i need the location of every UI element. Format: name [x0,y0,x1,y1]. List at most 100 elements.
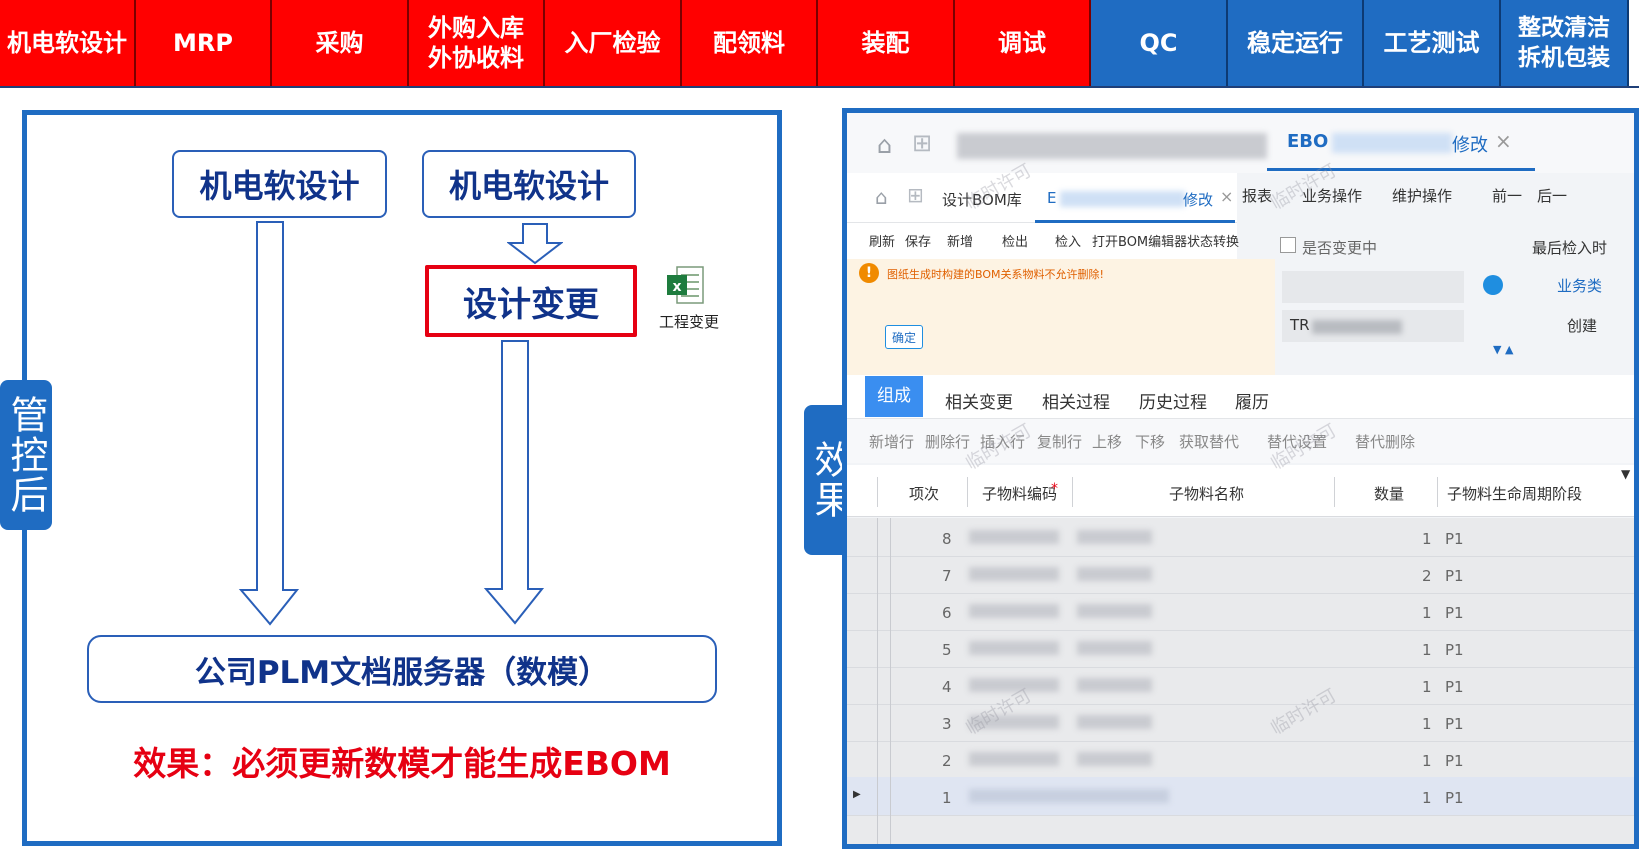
tool-get-substitute[interactable]: 获取替代 [1179,431,1239,452]
step-mech-design: 机电软设计 [0,0,136,86]
blurred-name [1077,604,1152,618]
checkbox-changing-label: 是否变更中 [1302,239,1378,257]
row-phase: P1 [1445,752,1464,770]
row-no: 4 [942,678,952,696]
tool-move-up[interactable]: 上移 [1092,431,1122,452]
row-qty: 2 [1422,567,1432,585]
down-arrow-small [507,223,563,265]
filter-icon[interactable]: ▼ [1621,467,1630,481]
row-qty: 1 [1422,530,1432,548]
col-child-name[interactable]: 子物料名称 [1169,483,1244,504]
row-no: 6 [942,604,952,622]
tab-composition[interactable]: 组成 [865,376,923,417]
row-qty: 1 [1422,641,1432,659]
inner-grid-icon[interactable]: ⊞ [907,183,924,207]
tool-delete-row[interactable]: 删除行 [925,431,970,452]
row-pointer-icon: ▶ [853,789,861,800]
row-phase: P1 [1445,715,1464,733]
tool-add-row[interactable]: 新增行 [869,431,914,452]
close-icon[interactable]: × [1495,129,1512,153]
tab-resume[interactable]: 履历 [1235,388,1269,413]
table-row[interactable]: 8 1 P1 [847,518,1634,557]
step-purchase: 采购 [272,0,409,86]
col-lifecycle[interactable]: 子物料生命周期阶段 [1447,483,1582,504]
table-row[interactable]: 7 2 P1 [847,555,1634,594]
tab-history-process[interactable]: 历史过程 [1139,388,1207,413]
last-checkin-label: 最后检入时 [1532,239,1608,257]
step-process-test: 工艺测试 [1364,0,1501,86]
tool-checkin[interactable]: 检入 [1055,231,1081,250]
alert-ok-button[interactable]: 确定 [885,325,923,349]
collapse-arrows-icon[interactable]: ▼ ▲ [1493,343,1513,356]
inner-close-icon[interactable]: × [1220,187,1233,206]
table-row-selected[interactable]: ▶ 1 1 P1 [847,777,1634,816]
step-mrp: MRP [136,0,272,86]
row-qty: 1 [1422,678,1432,696]
row-qty: 1 [1422,789,1432,807]
table-row[interactable]: 6 1 P1 [847,592,1634,631]
home-icon[interactable]: ⌂ [877,131,892,159]
tool-new[interactable]: 新增 [947,231,973,250]
tool-save[interactable]: 保存 [905,231,931,250]
checkbox-changing[interactable] [1280,237,1296,253]
info-icon[interactable] [1483,275,1503,295]
tool-checkout[interactable]: 检出 [1002,231,1028,250]
col-quantity[interactable]: 数量 [1374,483,1404,504]
col-divider [1437,477,1438,507]
tab-related-change[interactable]: 相关变更 [945,388,1013,413]
required-mark: * [1051,481,1058,497]
blurred-code [969,567,1059,581]
alert-popup: ! 图纸生成时构建的BOM关系物料不允许删除! 确定 [847,259,1275,375]
blurred-name [1077,678,1152,692]
tool-status-change[interactable]: 状态转换 [1187,231,1239,250]
tool-refresh[interactable]: 刷新 [869,231,895,250]
step-incoming-inspection: 入厂检验 [545,0,682,86]
step-qc: QC [1091,0,1228,86]
row-no: 2 [942,752,952,770]
field-tr-prefix: TR [1290,316,1310,334]
field-blank[interactable] [1282,271,1464,303]
inner-home-icon[interactable]: ⌂ [875,185,888,209]
col-divider [1334,477,1335,507]
table-row[interactable]: 5 1 P1 [847,629,1634,668]
excel-label: 工程变更 [658,313,719,331]
grid-icon[interactable]: ⊞ [912,129,932,157]
row-no: 5 [942,641,952,659]
outer-active-tab[interactable]: EBO 修改 × [1267,113,1535,171]
row-phase: P1 [1445,604,1464,622]
row-phase: P1 [1445,567,1464,585]
box-mech-design-left: 机电软设计 [172,150,387,218]
field-tr[interactable]: TR [1282,310,1464,342]
row-qty: 1 [1422,752,1432,770]
tool-open-bom-editor[interactable]: 打开BOM编辑器 [1092,231,1187,250]
table-row[interactable]: 2 1 P1 [847,740,1634,779]
menu-next[interactable]: 后一 [1537,185,1567,206]
row-phase: P1 [1445,789,1464,807]
grid-body: 8 1 P1 7 2 P1 6 1 P1 5 1 P1 4 1 P1 3 1 P… [847,518,1634,844]
tool-copy-row[interactable]: 复制行 [1037,431,1082,452]
step-stable-run: 稳定运行 [1228,0,1364,86]
col-divider [967,477,968,507]
table-row[interactable]: 4 1 P1 [847,666,1634,705]
row-phase: P1 [1445,641,1464,659]
inner-active-tab[interactable]: E 修改 × [1035,175,1235,223]
tool-move-down[interactable]: 下移 [1135,431,1165,452]
down-arrow-right [483,340,545,625]
tab-related-process[interactable]: 相关过程 [1042,388,1110,413]
business-type-label: 业务类 [1557,277,1603,295]
row-phase: P1 [1445,530,1464,548]
blurred-name [1077,752,1152,766]
tool-substitute-delete[interactable]: 替代删除 [1355,431,1415,452]
step-debug: 调试 [955,0,1091,86]
menu-prev[interactable]: 前一 [1492,185,1522,206]
box-design-change: 设计变更 [425,265,637,337]
field-tr-blur [1312,320,1402,334]
menu-maintain[interactable]: 维护操作 [1392,185,1452,206]
row-no: 8 [942,530,952,548]
step-material-picking: 配领料 [682,0,818,86]
excel-icon: x [667,266,704,304]
col-item-no[interactable]: 项次 [909,483,939,504]
col-child-code[interactable]: 子物料编码 [982,483,1057,504]
blurred-code [969,530,1059,544]
col-divider [877,477,878,507]
